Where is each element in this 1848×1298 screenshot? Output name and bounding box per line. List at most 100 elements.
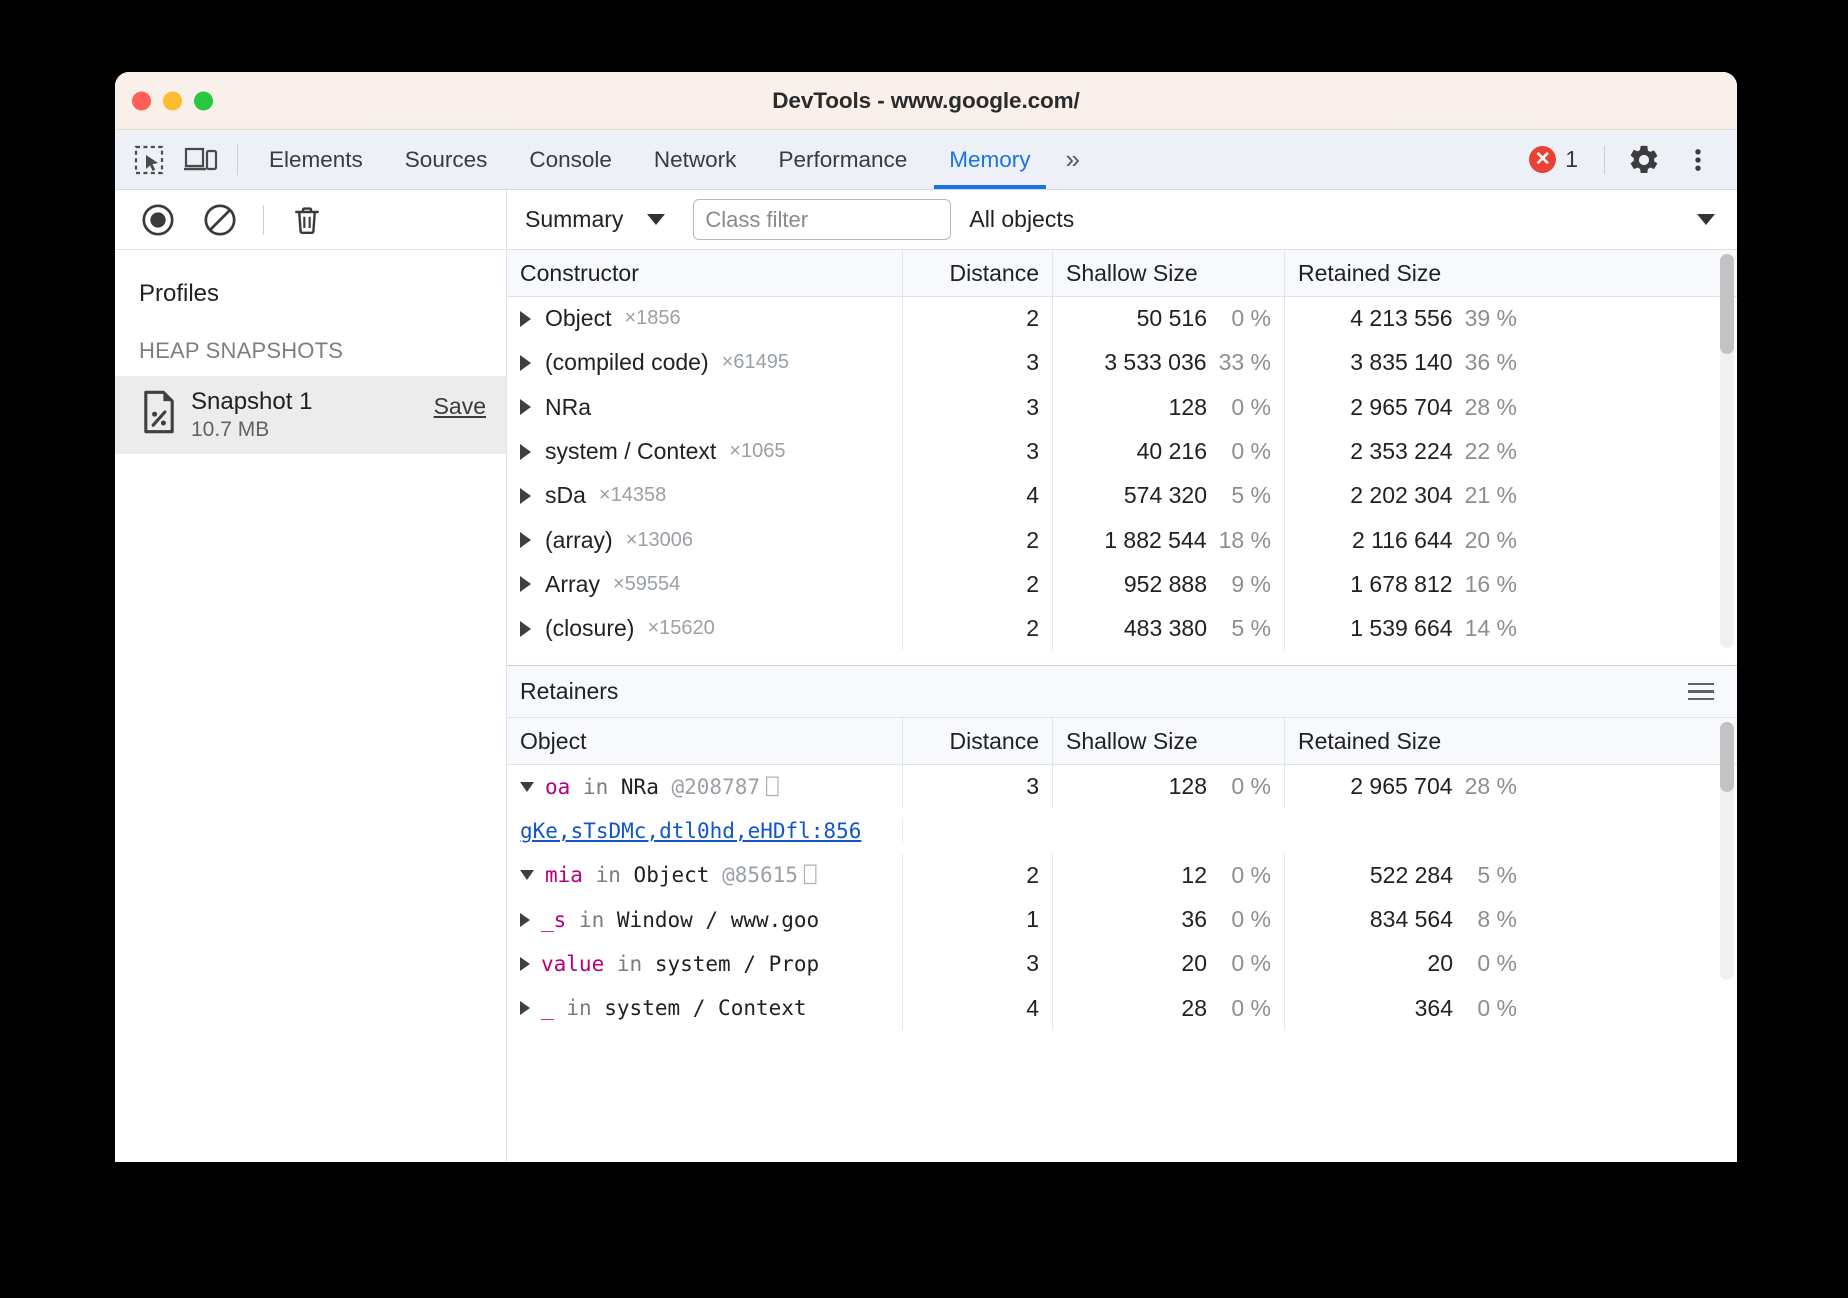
- expand-triangle-icon[interactable]: [520, 444, 531, 460]
- retained-size-percent: 16 %: [1465, 571, 1517, 598]
- retainer-source-link-row[interactable]: gKe,sTsDMc,dtl0hd,eHDfl:856: [507, 809, 1737, 853]
- table-row[interactable]: Object×1856250 5160 %4 213 55639 %: [507, 297, 1737, 341]
- cell-constructor[interactable]: Array×59554: [507, 563, 903, 606]
- summary-scrollbar-thumb[interactable]: [1720, 254, 1734, 354]
- shallow-size-value: 128: [1169, 394, 1207, 421]
- cell-object[interactable]: value in system / Prop: [507, 942, 903, 985]
- save-snapshot-link[interactable]: Save: [434, 393, 486, 436]
- cell-object[interactable]: oa in NRa @208787⎕: [507, 765, 903, 808]
- table-row[interactable]: _s in Window / www.goo 1360 %834 5648 %: [507, 898, 1737, 942]
- expand-triangle-icon[interactable]: [520, 532, 531, 548]
- table-row[interactable]: oa in NRa @208787⎕31280 %2 965 70428 %: [507, 765, 1737, 809]
- error-badge[interactable]: ✕ 1: [1517, 146, 1590, 173]
- expand-triangle-icon[interactable]: [520, 957, 530, 971]
- sidebar-item-snapshot-1[interactable]: Snapshot 1 10.7 MB Save: [115, 376, 506, 454]
- tab-memory[interactable]: Memory: [928, 130, 1051, 189]
- retained-size-value: 364: [1415, 995, 1453, 1022]
- table-row[interactable]: sDa×143584574 3205 %2 202 30421 %: [507, 474, 1737, 518]
- objects-select-label[interactable]: All objects: [969, 206, 1074, 233]
- retained-size-value: 4 213 556: [1350, 305, 1452, 332]
- retained-size-value: 2 965 704: [1350, 773, 1452, 800]
- constructor-name: (compiled code): [545, 349, 709, 376]
- cell-constructor[interactable]: (compiled code)×61495: [507, 341, 903, 384]
- cell-object[interactable]: gKe,sTsDMc,dtl0hd,eHDfl:856: [507, 819, 903, 843]
- cell-constructor[interactable]: system / Context×1065: [507, 430, 903, 473]
- close-button[interactable]: [132, 91, 151, 110]
- expand-triangle-icon[interactable]: [520, 1001, 530, 1015]
- table-row[interactable]: (closure)×156202483 3805 %1 539 66414 %: [507, 607, 1737, 651]
- tab-label: Console: [529, 147, 612, 173]
- cell-distance: 2: [903, 854, 1053, 897]
- column-header-object[interactable]: Object: [507, 718, 903, 764]
- minimize-button[interactable]: [163, 91, 182, 110]
- expand-triangle-icon[interactable]: [520, 913, 530, 927]
- table-row[interactable]: value in system / Prop 3200 %200 %: [507, 942, 1737, 986]
- cell-constructor[interactable]: (array)×13006: [507, 518, 903, 561]
- retainers-scrollbar-thumb[interactable]: [1720, 722, 1734, 792]
- trash-icon[interactable]: [280, 194, 334, 246]
- column-header-retained-size[interactable]: Retained Size: [1285, 250, 1530, 296]
- shallow-size-percent: 0 %: [1219, 394, 1271, 421]
- column-header-distance[interactable]: Distance: [903, 250, 1053, 296]
- device-toolbar-icon[interactable]: [175, 130, 227, 189]
- cell-constructor[interactable]: Object×1856: [507, 297, 903, 340]
- retained-size-percent: 14 %: [1465, 615, 1517, 642]
- view-select[interactable]: Summary: [525, 206, 677, 233]
- expand-triangle-icon[interactable]: [520, 399, 531, 415]
- constructor-name: sDa: [545, 482, 586, 509]
- maximize-button[interactable]: [194, 91, 213, 110]
- tab-elements[interactable]: Elements: [248, 130, 384, 189]
- expand-triangle-icon[interactable]: [520, 355, 531, 371]
- table-row[interactable]: (array)×1300621 882 54418 %2 116 64420 %: [507, 518, 1737, 562]
- no-entry-icon[interactable]: [193, 194, 247, 246]
- table-row[interactable]: (compiled code)×6149533 533 03633 %3 835…: [507, 341, 1737, 385]
- gear-icon[interactable]: [1619, 135, 1669, 185]
- column-header-retainer-retained-size[interactable]: Retained Size: [1285, 718, 1530, 764]
- expand-triangle-icon[interactable]: [520, 488, 531, 504]
- table-row[interactable]: NRa31280 %2 965 70428 %: [507, 386, 1737, 430]
- shallow-size-percent: 0 %: [1219, 995, 1271, 1022]
- table-row[interactable]: _ in system / Context 4280 %3640 %: [507, 986, 1737, 1030]
- column-header-shallow-size[interactable]: Shallow Size: [1053, 250, 1285, 296]
- column-header-constructor[interactable]: Constructor: [507, 250, 903, 296]
- expand-triangle-icon[interactable]: [520, 311, 531, 327]
- table-row[interactable]: mia in Object @85615⎕2120 %522 2845 %: [507, 854, 1737, 898]
- expand-triangle-icon[interactable]: [520, 870, 534, 880]
- expand-triangle-icon[interactable]: [520, 782, 534, 792]
- cell-retained-size: 200 %: [1285, 942, 1530, 985]
- record-circle-icon[interactable]: [131, 194, 185, 246]
- tab-network[interactable]: Network: [633, 130, 758, 189]
- cell-shallow-size: 1280 %: [1053, 765, 1285, 808]
- list-menu-icon[interactable]: [1688, 683, 1714, 701]
- objects-select-chevron-icon[interactable]: [1697, 214, 1715, 225]
- cell-object[interactable]: mia in Object @85615⎕: [507, 854, 903, 897]
- cell-constructor[interactable]: NRa: [507, 386, 903, 429]
- cell-constructor[interactable]: (closure)×15620: [507, 607, 903, 650]
- tab-performance[interactable]: Performance: [757, 130, 928, 189]
- more-tabs-icon[interactable]: »: [1052, 130, 1094, 189]
- retained-size-value: 1 539 664: [1350, 615, 1452, 642]
- expand-triangle-icon[interactable]: [520, 576, 531, 592]
- table-row[interactable]: Array×595542952 8889 %1 678 81216 %: [507, 563, 1737, 607]
- more-vertical-icon[interactable]: [1673, 135, 1723, 185]
- cell-constructor[interactable]: sDa×14358: [507, 474, 903, 517]
- tab-console[interactable]: Console: [508, 130, 633, 189]
- shallow-size-percent: 0 %: [1219, 862, 1271, 889]
- retainer-object-id: @85615: [722, 863, 798, 887]
- cell-object[interactable]: _s in Window / www.goo: [507, 898, 903, 941]
- column-header-retainer-distance[interactable]: Distance: [903, 718, 1053, 764]
- shallow-size-percent: 0 %: [1219, 438, 1271, 465]
- inspect-element-icon[interactable]: [123, 130, 175, 189]
- cell-object[interactable]: _ in system / Context: [507, 986, 903, 1029]
- retainer-in-keyword: in: [596, 863, 621, 887]
- expand-triangle-icon[interactable]: [520, 621, 531, 637]
- table-row[interactable]: system / Context×1065340 2160 %2 353 224…: [507, 430, 1737, 474]
- cell-retained-size: 2 353 22422 %: [1285, 430, 1530, 473]
- retained-size-value: 1 678 812: [1350, 571, 1452, 598]
- class-filter-input[interactable]: [693, 199, 951, 240]
- tab-sources[interactable]: Sources: [384, 130, 509, 189]
- source-location-link[interactable]: gKe,sTsDMc,dtl0hd,eHDfl:856: [520, 819, 861, 843]
- shallow-size-value: 128: [1169, 773, 1207, 800]
- cell-shallow-size: 128 0 %: [1053, 386, 1285, 429]
- column-header-retainer-shallow-size[interactable]: Shallow Size: [1053, 718, 1285, 764]
